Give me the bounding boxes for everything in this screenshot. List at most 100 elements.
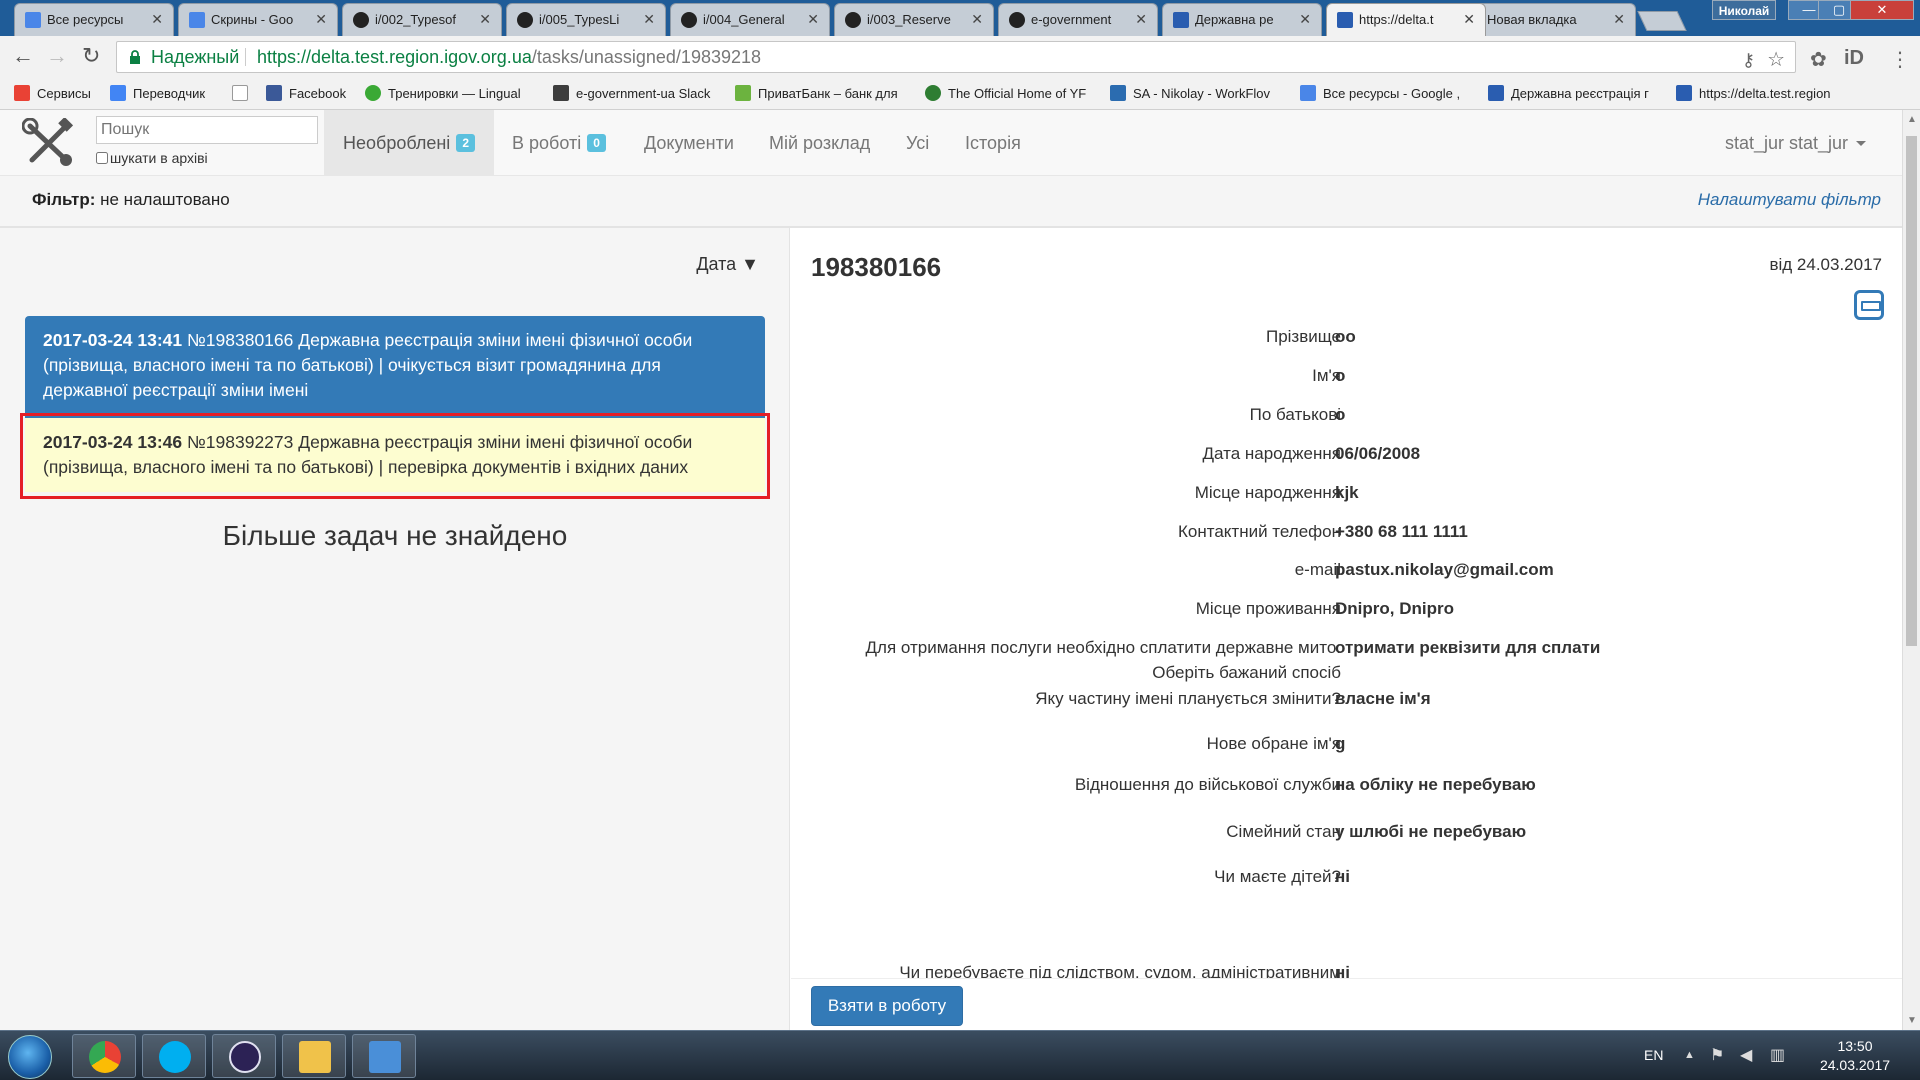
caret-down-icon <box>1856 141 1866 146</box>
tools-logo-icon[interactable] <box>22 118 76 168</box>
address-bar[interactable]: Надежный https://delta.test.region.igov.… <box>116 41 1796 73</box>
tab-unprocessed[interactable]: Необроблені 2 <box>324 110 494 176</box>
field-label: Чи маєте дітей? <box>1214 867 1341 886</box>
bookmark-page[interactable] <box>232 85 255 101</box>
tab-in-progress[interactable]: В роботі 0 <box>493 110 625 176</box>
bookmark-services[interactable]: Сервисы <box>14 85 91 101</box>
flag-icon[interactable]: ⚑ <box>1710 1045 1724 1065</box>
bookmark-privatbank[interactable]: ПриватБанк – банк для <box>735 85 898 101</box>
translate-icon <box>110 85 126 101</box>
taskbar-photos[interactable] <box>352 1034 416 1078</box>
menu-icon[interactable]: ⋮ <box>1890 47 1910 72</box>
system-clock[interactable]: 13:50 24.03.2017 <box>1800 1037 1910 1075</box>
volume-icon[interactable]: ◀ <box>1740 1045 1752 1065</box>
network-icon[interactable]: ▥ <box>1770 1045 1785 1065</box>
back-icon[interactable]: ← <box>12 44 34 68</box>
scroll-up-icon[interactable]: ▲ <box>1907 114 1917 125</box>
close-icon[interactable]: ✕ <box>151 11 163 28</box>
tab-label: i/002_Typesof <box>375 12 456 27</box>
browser-tab[interactable]: i/004_General ✕ <box>670 3 830 36</box>
taskbar-chrome[interactable] <box>72 1034 136 1078</box>
github-icon <box>517 12 533 28</box>
tab-documents[interactable]: Документи <box>625 110 753 176</box>
browser-tab[interactable]: i/002_Typesof ✕ <box>342 3 502 36</box>
new-tab-button[interactable] <box>1637 11 1687 31</box>
task-number: 198380166 <box>811 252 942 282</box>
bookmark-google-docs[interactable]: Все ресурсы - Google , <box>1300 85 1460 101</box>
forward-icon[interactable]: → <box>46 44 68 68</box>
taskbar-explorer[interactable] <box>282 1034 346 1078</box>
close-window-button[interactable]: ✕ <box>1850 0 1914 20</box>
close-icon[interactable]: ✕ <box>807 11 819 28</box>
trident-icon <box>1488 85 1504 101</box>
close-icon[interactable]: ✕ <box>643 11 655 28</box>
browser-tab[interactable]: i/005_TypesLi ✕ <box>506 3 666 36</box>
archive-checkbox[interactable] <box>96 152 108 164</box>
archive-search-checkbox[interactable]: шукати в архіві <box>96 150 208 166</box>
privat-icon <box>735 85 751 101</box>
star-icon[interactable]: ☆ <box>1767 45 1785 75</box>
take-to-work-button[interactable]: Взяти в роботу <box>811 986 963 1026</box>
browser-tab[interactable]: Новая вкладка ✕ <box>1476 3 1636 36</box>
close-icon[interactable]: ✕ <box>971 11 983 28</box>
extension-id-icon[interactable]: iD <box>1844 47 1864 70</box>
action-bar: Взяти в роботу <box>791 978 1902 1030</box>
field-value: pastux.nikolay@gmail.com <box>1335 560 1554 579</box>
start-button[interactable] <box>8 1035 52 1079</box>
sort-by-date[interactable]: Дата ▼ <box>696 254 759 275</box>
bookmark-slack[interactable]: e-government-ua Slack <box>553 85 710 101</box>
field-value: о <box>1335 405 1346 424</box>
close-icon[interactable]: ✕ <box>479 11 491 28</box>
reload-icon[interactable]: ↻ <box>82 44 100 68</box>
bookmark-label: SA - Nikolay - WorkFlov <box>1133 86 1271 101</box>
field-label: Контактний телефон <box>1177 522 1341 541</box>
clock-time: 13:50 <box>1837 1038 1873 1054</box>
bookmark-derzhavna[interactable]: Державна реєстрація г <box>1488 85 1649 101</box>
tab-my-schedule[interactable]: Мій розклад <box>750 110 889 176</box>
close-icon[interactable]: ✕ <box>1613 11 1625 28</box>
bookmark-workflow[interactable]: SA - Nikolay - WorkFlov <box>1110 85 1270 101</box>
close-icon[interactable]: ✕ <box>315 11 327 28</box>
page-scrollbar[interactable]: ▲ ▼ <box>1902 110 1920 1030</box>
bookmark-delta[interactable]: https://delta.test.region <box>1676 85 1831 101</box>
tab-history[interactable]: Історія <box>946 110 1040 176</box>
taskbar-eclipse[interactable] <box>212 1034 276 1078</box>
scroll-down-icon[interactable]: ▼ <box>1907 1015 1917 1026</box>
extension-icon[interactable]: ✿ <box>1810 47 1827 72</box>
field-label: Сімейний стан <box>1226 822 1341 841</box>
tab-label: Документи <box>644 133 734 153</box>
bookmark-translator[interactable]: Переводчик <box>110 85 205 101</box>
bookmark-yf[interactable]: The Official Home of YF <box>925 85 1086 101</box>
browser-tab[interactable]: Все ресурсы ✕ <box>14 3 174 36</box>
close-icon[interactable]: ✕ <box>1299 11 1311 28</box>
profile-button[interactable]: Николай <box>1712 0 1776 20</box>
browser-tab[interactable]: i/003_Reserve ✕ <box>834 3 994 36</box>
count-badge: 2 <box>456 134 475 152</box>
task-form: 198380166 від 24.03.2017 Прізвище оо Ім'я… <box>791 228 1902 980</box>
yf-icon <box>925 85 941 101</box>
bookmark-facebook[interactable]: Facebook <box>266 85 346 101</box>
taskbar-skype[interactable] <box>142 1034 206 1078</box>
tab-all[interactable]: Усі <box>887 110 948 176</box>
bookmark-lingualeo[interactable]: Тренировки — Lingual <box>365 85 521 101</box>
browser-tab-active[interactable]: https://delta.t ✕ <box>1326 3 1486 36</box>
url-text[interactable]: https://delta.test.region.igov.org.ua/ta… <box>257 42 761 72</box>
scrollbar-thumb[interactable] <box>1906 136 1917 646</box>
no-more-tasks-message: Більше задач не знайдено <box>222 520 568 551</box>
configure-filter-link[interactable]: Налаштувати фільтр <box>1698 176 1881 224</box>
close-icon[interactable]: ✕ <box>1463 11 1475 28</box>
task-item-selected[interactable]: 2017-03-24 13:41 №198380166 Державна реє… <box>25 316 765 418</box>
language-indicator[interactable]: EN <box>1644 1047 1663 1063</box>
browser-tab[interactable]: Скрины - Goo ✕ <box>178 3 338 36</box>
field-value: ні <box>1335 867 1350 886</box>
browser-tab[interactable]: e-government ✕ <box>998 3 1158 36</box>
tab-label: Усі <box>906 133 930 153</box>
docs-icon <box>1300 85 1316 101</box>
key-icon[interactable]: ⚷ <box>1742 45 1755 75</box>
search-input[interactable] <box>96 116 318 144</box>
print-icon[interactable] <box>1854 290 1884 320</box>
close-icon[interactable]: ✕ <box>1135 11 1147 28</box>
tray-expand-icon[interactable]: ▲ <box>1684 1049 1695 1061</box>
user-menu[interactable]: stat_jur stat_jur <box>1725 110 1866 176</box>
browser-tab[interactable]: Державна ре ✕ <box>1162 3 1322 36</box>
